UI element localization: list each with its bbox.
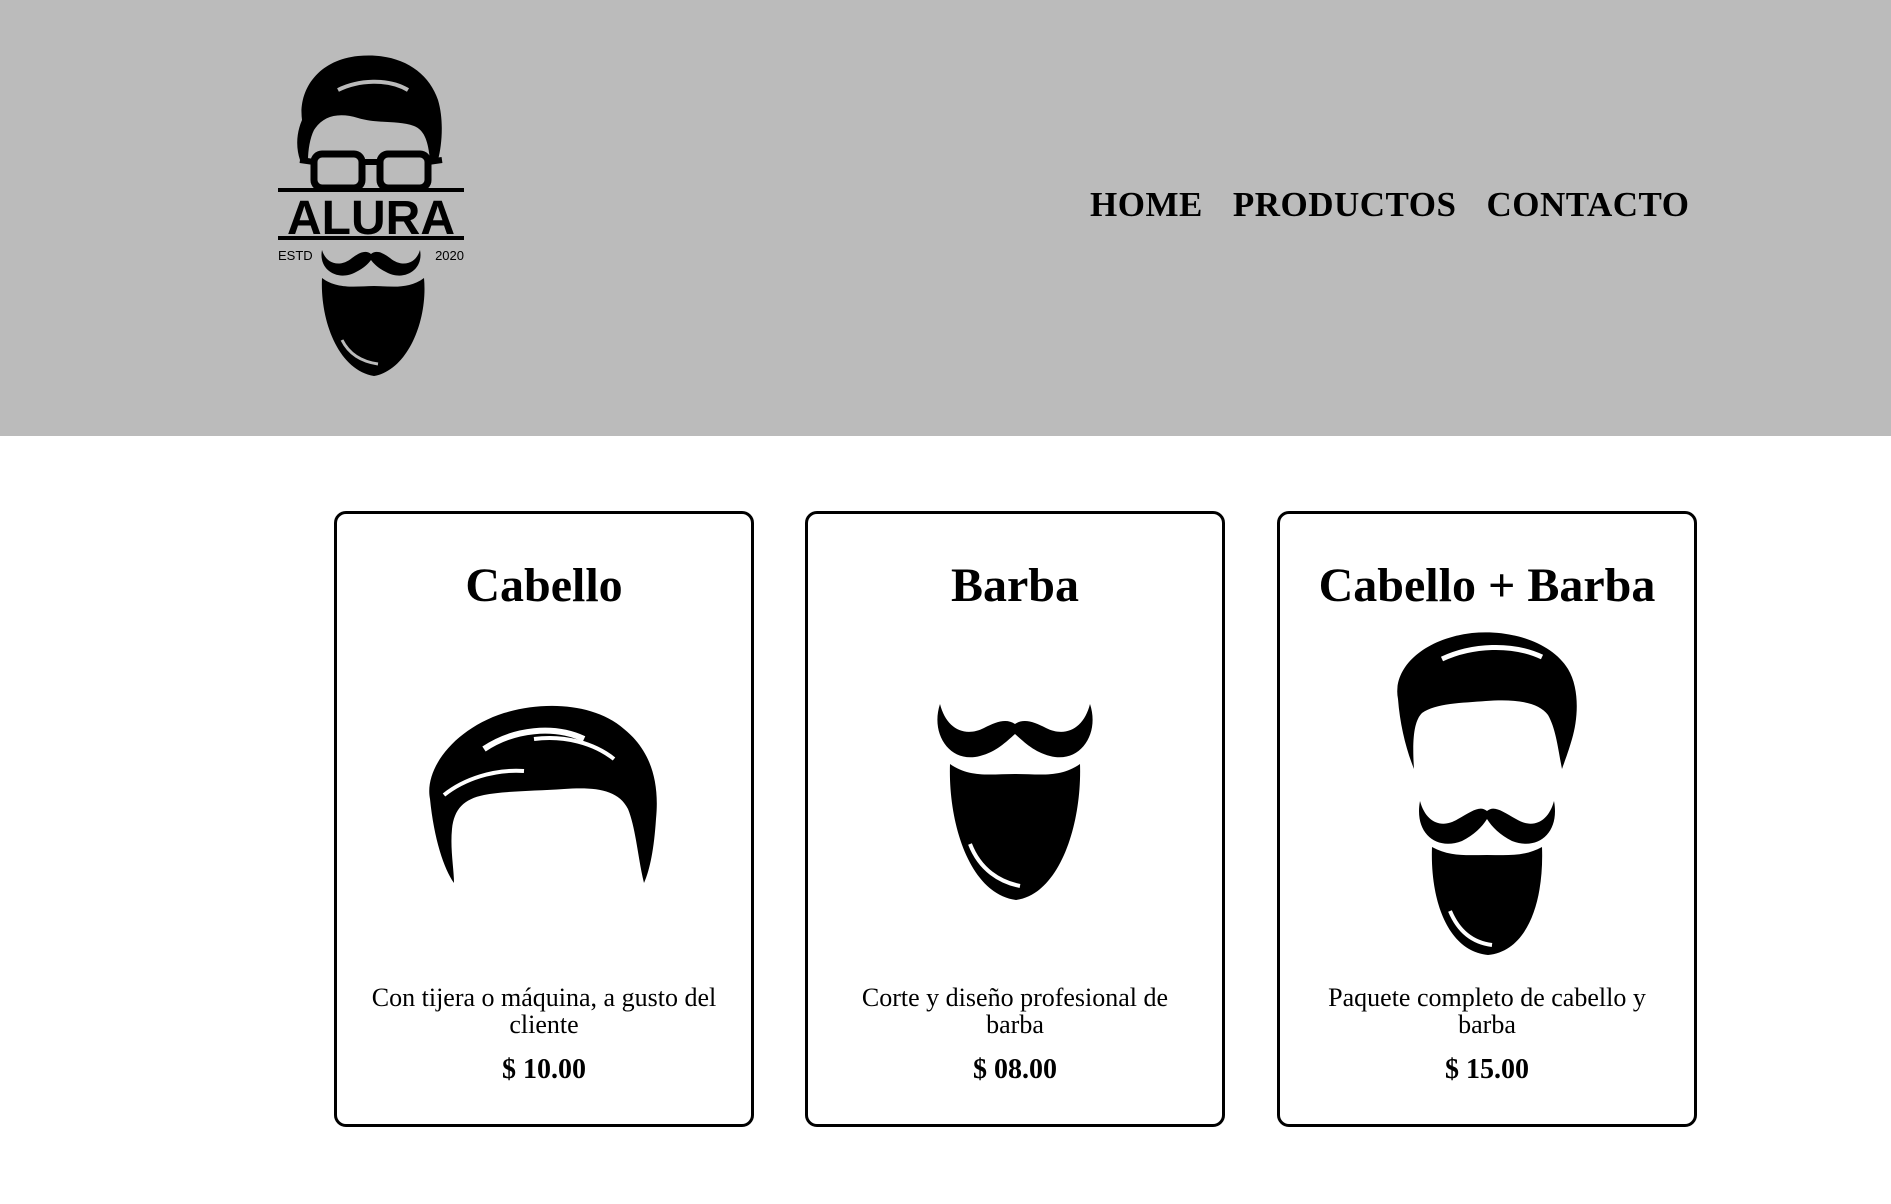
logo-estd: ESTD: [278, 248, 313, 263]
product-title: Cabello + Barba: [1318, 559, 1656, 612]
product-card-cabello[interactable]: Cabello Con tijera o máquina, a gusto de…: [334, 511, 754, 1127]
beard-icon: [808, 694, 1222, 909]
product-price: $ 10.00: [502, 1054, 586, 1085]
product-title: Barba: [950, 559, 1079, 612]
site-header: ALURA ESTD 2020 HOME PRODUCTOS CONTACTO: [0, 0, 1891, 436]
product-card-barba[interactable]: Barba Corte y diseño profesional de barb…: [805, 511, 1225, 1127]
product-description: Corte y diseño profesional de barba: [861, 983, 1169, 1039]
alura-logo[interactable]: ALURA ESTD 2020: [278, 50, 464, 380]
product-title: Cabello: [465, 559, 623, 612]
logo-wordmark: ALURA: [287, 192, 455, 245]
logo-year: 2020: [435, 248, 464, 263]
hair-icon: [337, 699, 751, 894]
product-card-cabello-barba[interactable]: Cabello + Barba Paquete completo de cabe…: [1277, 511, 1697, 1127]
main-nav: HOME PRODUCTOS CONTACTO: [1090, 185, 1719, 225]
product-description: Paquete completo de cabello y barba: [1328, 983, 1646, 1039]
nav-contacto[interactable]: CONTACTO: [1486, 185, 1689, 225]
nav-home[interactable]: HOME: [1090, 185, 1203, 225]
nav-productos[interactable]: PRODUCTOS: [1233, 185, 1457, 225]
hair-and-beard-icon: [1280, 629, 1694, 964]
product-description: Con tijera o máquina, a gusto del client…: [371, 983, 717, 1039]
product-price: $ 15.00: [1445, 1054, 1529, 1085]
product-price: $ 08.00: [973, 1054, 1057, 1085]
